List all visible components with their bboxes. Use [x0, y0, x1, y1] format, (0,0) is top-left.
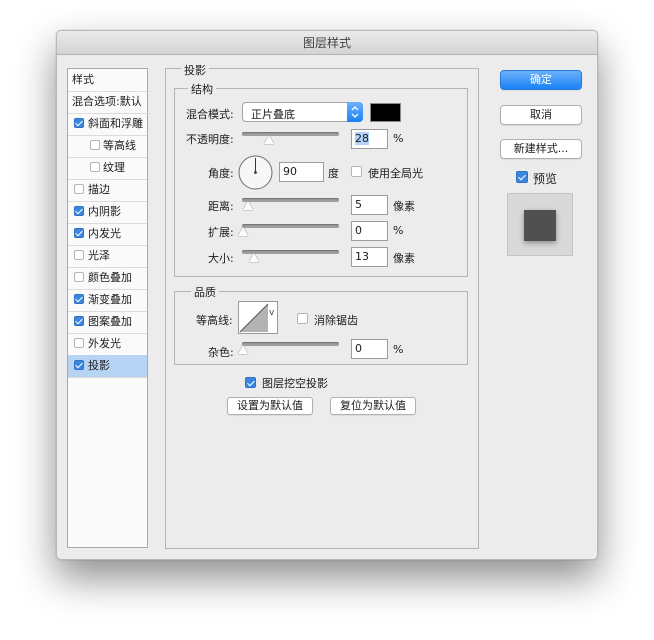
- noise-input[interactable]: 0: [351, 339, 388, 359]
- style-item-label: 等高线: [103, 139, 136, 152]
- ok-button[interactable]: 确定: [500, 70, 582, 90]
- distance-label: 距离:: [208, 200, 234, 213]
- style-item-label: 描边: [88, 183, 110, 196]
- style-item-label: 渐变叠加: [88, 293, 132, 306]
- outer-glow-checkbox[interactable]: [74, 338, 84, 348]
- contour-checkbox[interactable]: [90, 140, 100, 150]
- style-item-label: 颜色叠加: [88, 271, 132, 284]
- structure-title: 结构: [188, 81, 216, 97]
- preview-checkbox[interactable]: [516, 171, 528, 183]
- antialias-label: 消除锯齿: [314, 314, 358, 327]
- style-item-pattern-overlay[interactable]: 图案叠加: [68, 311, 147, 334]
- drop-shadow-checkbox[interactable]: [74, 360, 84, 370]
- shadow-color-swatch[interactable]: [370, 103, 401, 122]
- style-item-inner-shadow[interactable]: 内阴影: [68, 201, 147, 224]
- angle-label: 角度:: [208, 167, 234, 180]
- distance-slider-track[interactable]: [242, 198, 339, 202]
- reset-default-button[interactable]: 复位为默认值: [330, 397, 416, 415]
- noise-slider-track[interactable]: [242, 342, 339, 346]
- opacity-slider-track[interactable]: [242, 132, 339, 136]
- noise-slider-thumb[interactable]: [238, 345, 248, 354]
- style-item-bevel-emboss[interactable]: 斜面和浮雕: [68, 113, 147, 136]
- blend-mode-label: 混合模式:: [186, 108, 234, 121]
- inner-glow-checkbox[interactable]: [74, 228, 84, 238]
- angle-input[interactable]: 90: [279, 162, 324, 182]
- style-item-color-overlay[interactable]: 颜色叠加: [68, 267, 147, 290]
- contour-picker[interactable]: v: [238, 301, 278, 334]
- spread-unit: %: [393, 224, 404, 237]
- spread-input[interactable]: 0: [351, 221, 388, 241]
- spread-slider-track[interactable]: [242, 224, 339, 228]
- gradient-overlay-checkbox[interactable]: [74, 294, 84, 304]
- panel-title: 投影: [181, 62, 209, 78]
- noise-label: 杂色:: [208, 346, 234, 359]
- style-item-gradient-overlay[interactable]: 渐变叠加: [68, 289, 147, 312]
- style-item-label: 图案叠加: [88, 315, 132, 328]
- size-unit: 像素: [393, 252, 415, 265]
- contour-preview-icon: [239, 303, 269, 333]
- size-label: 大小:: [208, 252, 234, 265]
- opacity-unit: %: [393, 132, 404, 145]
- style-item-label: 内发光: [88, 227, 121, 240]
- cancel-button[interactable]: 取消: [500, 105, 582, 125]
- style-item-drop-shadow[interactable]: 投影: [68, 355, 147, 378]
- style-item-label: 外发光: [88, 337, 121, 350]
- style-item-label: 投影: [88, 359, 110, 372]
- distance-slider-thumb[interactable]: [243, 201, 253, 210]
- knockout-label: 图层挖空投影: [262, 377, 328, 390]
- style-item-outer-glow[interactable]: 外发光: [68, 333, 147, 356]
- style-item-label: 纹理: [103, 161, 125, 174]
- satin-checkbox[interactable]: [74, 250, 84, 260]
- style-item-satin[interactable]: 光泽: [68, 245, 147, 268]
- knockout-checkbox[interactable]: [245, 377, 256, 388]
- chevron-down-icon: v: [269, 308, 275, 318]
- style-item-stroke[interactable]: 描边: [68, 179, 147, 202]
- texture-checkbox[interactable]: [90, 162, 100, 172]
- angle-unit: 度: [328, 167, 339, 180]
- layer-style-dialog: 图层样式 样式 混合选项:默认 斜面和浮雕 等高线 纹理 描边 内阴影 内发光: [56, 30, 598, 560]
- distance-unit: 像素: [393, 200, 415, 213]
- antialias-checkbox[interactable]: [297, 313, 308, 324]
- opacity-value: 28: [355, 132, 369, 145]
- size-slider-thumb[interactable]: [249, 253, 259, 262]
- window-title: 图层样式: [57, 31, 597, 55]
- opacity-label: 不透明度:: [186, 133, 234, 146]
- spread-slider-thumb[interactable]: [238, 227, 248, 236]
- pattern-overlay-checkbox[interactable]: [74, 316, 84, 326]
- size-input[interactable]: 13: [351, 247, 388, 267]
- stroke-checkbox[interactable]: [74, 184, 84, 194]
- spread-label: 扩展:: [208, 226, 234, 239]
- inner-shadow-checkbox[interactable]: [74, 206, 84, 216]
- new-style-button[interactable]: 新建样式...: [500, 139, 582, 159]
- blend-mode-value: 正片叠底: [251, 108, 295, 121]
- preview-thumbnail: [507, 193, 573, 256]
- quality-title: 品质: [191, 284, 219, 300]
- styles-header[interactable]: 样式: [68, 69, 151, 92]
- opacity-input[interactable]: 28: [351, 129, 388, 149]
- style-item-label: 斜面和浮雕: [88, 117, 143, 130]
- noise-unit: %: [393, 343, 404, 356]
- color-overlay-checkbox[interactable]: [74, 272, 84, 282]
- global-light-checkbox[interactable]: [351, 166, 362, 177]
- style-item-texture[interactable]: 纹理: [68, 157, 147, 180]
- bevel-emboss-checkbox[interactable]: [74, 118, 84, 128]
- preview-label: 预览: [533, 172, 558, 186]
- style-list: 样式 混合选项:默认 斜面和浮雕 等高线 纹理 描边 内阴影 内发光 光泽 颜色…: [67, 68, 151, 548]
- blend-mode-select[interactable]: 正片叠底: [242, 102, 363, 122]
- preview-square: [524, 210, 556, 241]
- distance-input[interactable]: 5: [351, 195, 388, 215]
- chevron-updown-icon: [347, 102, 363, 122]
- contour-label: 等高线:: [196, 314, 233, 327]
- make-default-button[interactable]: 设置为默认值: [227, 397, 313, 415]
- opacity-slider-thumb[interactable]: [264, 135, 274, 144]
- style-item-inner-glow[interactable]: 内发光: [68, 223, 147, 246]
- style-item-label: 内阴影: [88, 205, 121, 218]
- angle-dial[interactable]: [238, 155, 273, 190]
- blend-options-item[interactable]: 混合选项:默认: [68, 91, 151, 114]
- global-light-label: 使用全局光: [368, 167, 423, 180]
- style-item-label: 光泽: [88, 249, 110, 262]
- style-item-contour[interactable]: 等高线: [68, 135, 147, 158]
